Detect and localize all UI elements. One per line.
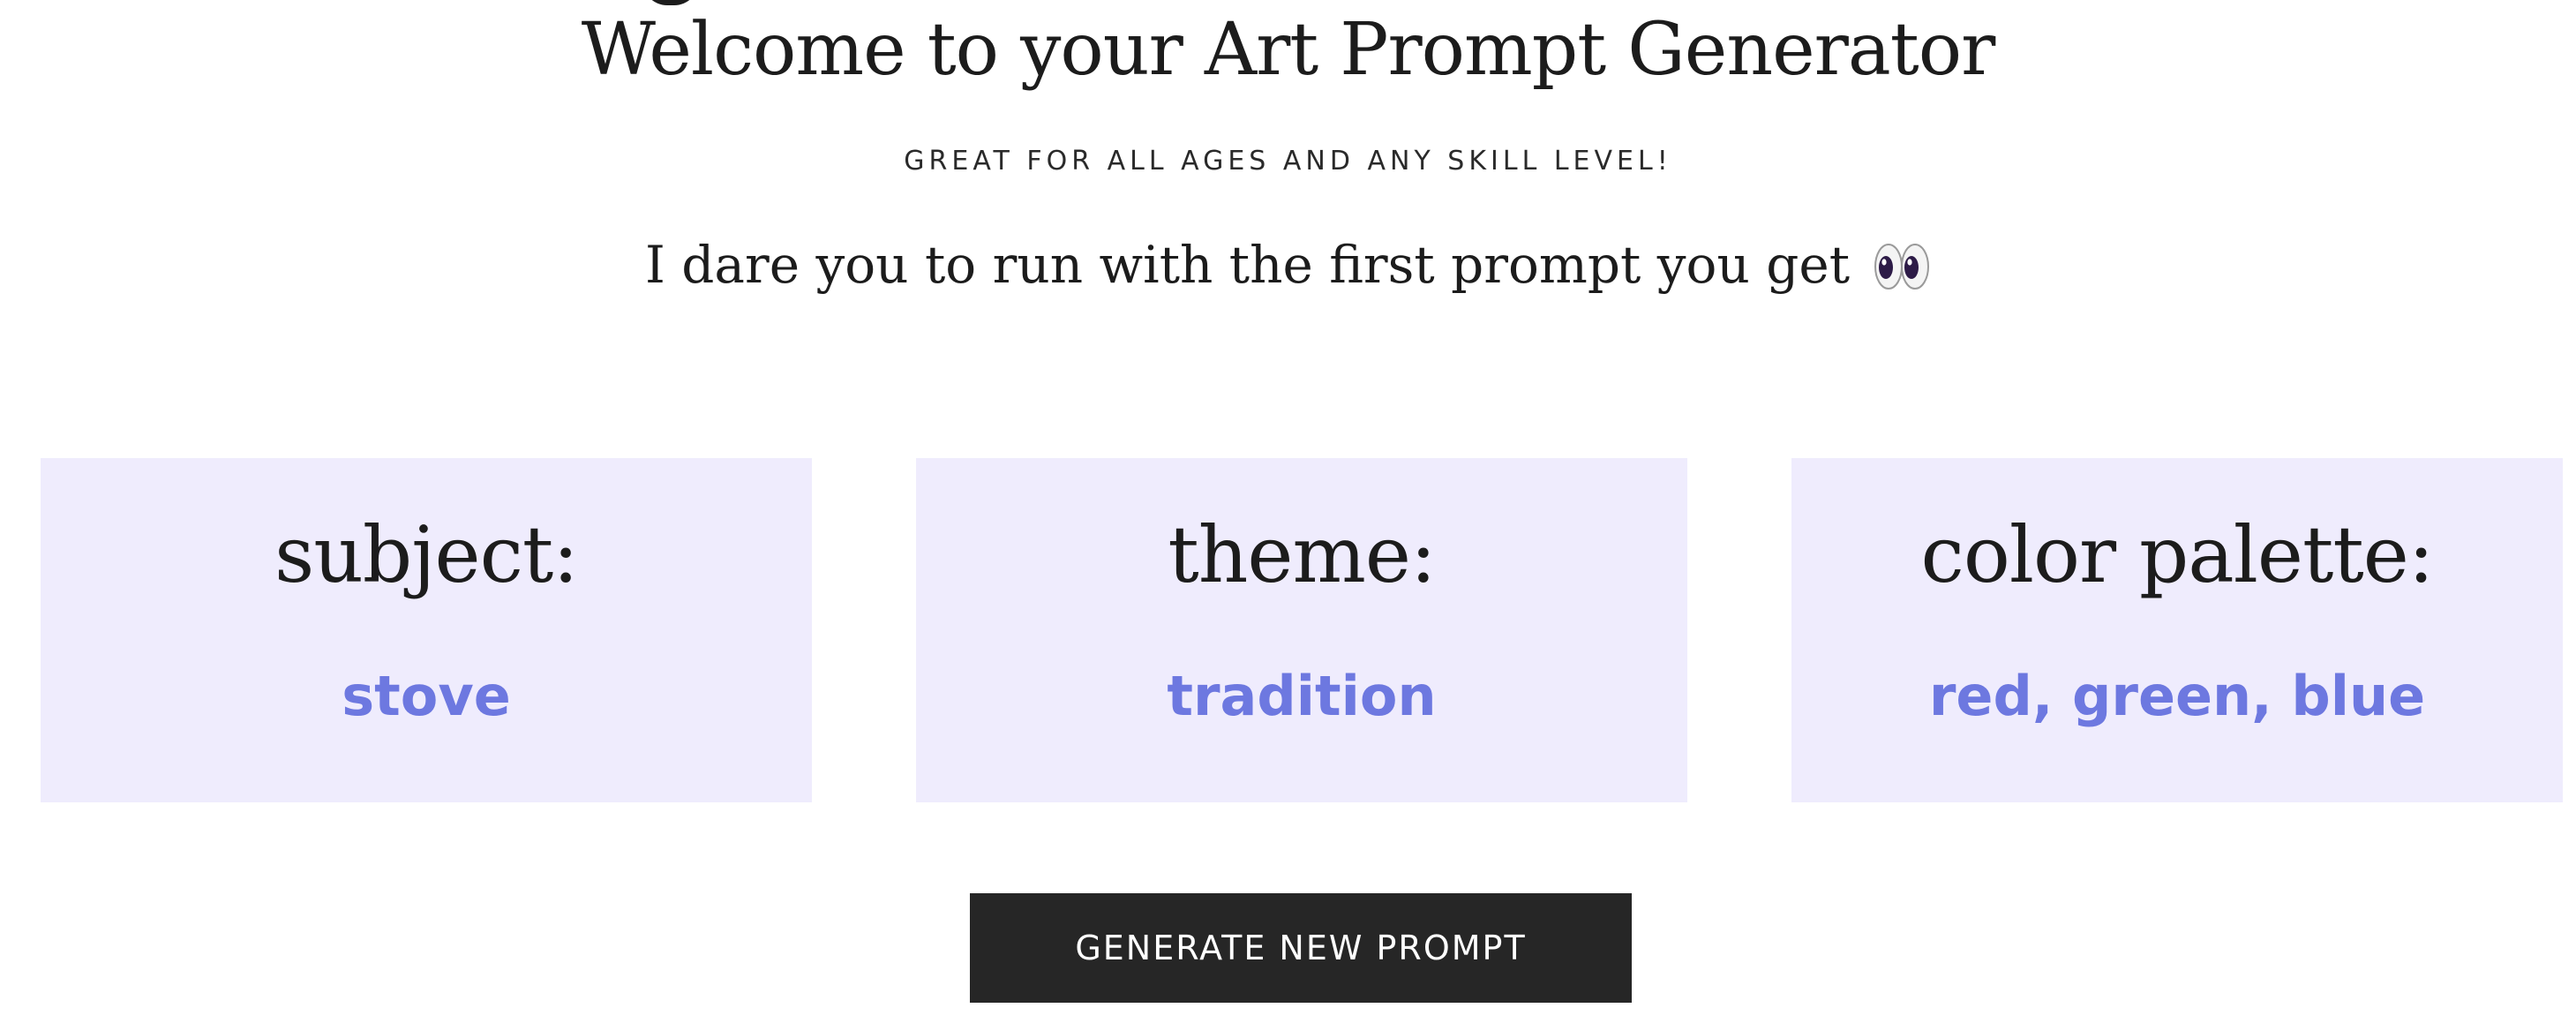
color-palette-value: red, green, blue <box>1928 664 2426 728</box>
dare-text: I dare you to run with the first prompt … <box>644 235 1851 295</box>
subject-label: subject: <box>274 509 579 600</box>
generate-new-prompt-button[interactable]: GENERATE NEW PROMPT <box>970 893 1632 1003</box>
subject-card: subject: stove <box>41 458 812 802</box>
tagline: GREAT FOR ALL AGES AND ANY SKILL LEVEL! <box>904 146 1672 177</box>
theme-card: theme: tradition <box>916 458 1687 802</box>
dare-line: I dare you to run with the first prompt … <box>0 228 2576 302</box>
theme-label: theme: <box>1168 509 1436 600</box>
subject-value: stove <box>342 664 511 728</box>
color-palette-label: color palette: <box>1920 509 2435 600</box>
color-palette-card: color palette: red, green, blue <box>1791 458 2563 802</box>
eyes-icon <box>1874 244 1930 290</box>
page-title: Welcome to your Art Prompt Generator <box>581 8 1996 92</box>
theme-value: tradition <box>1167 664 1437 728</box>
